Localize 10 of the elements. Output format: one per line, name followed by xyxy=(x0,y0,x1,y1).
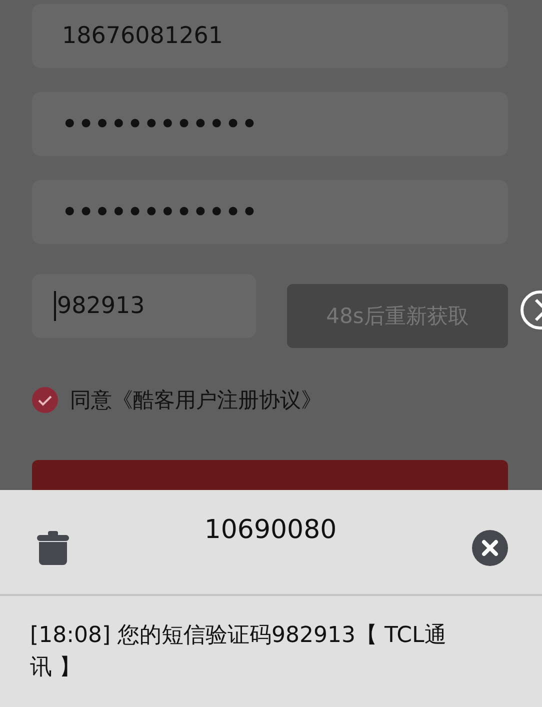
password-field[interactable]: •••••••••••• xyxy=(32,92,508,156)
password-field[interactable]: •••••••••••• xyxy=(32,180,508,244)
code-field[interactable]: 982913 xyxy=(32,274,256,338)
phone-field[interactable]: 18676081261 xyxy=(32,4,508,68)
trash-icon[interactable] xyxy=(37,531,69,565)
close-icon[interactable] xyxy=(472,530,508,566)
sender-number: 10690080 xyxy=(204,515,337,545)
sms-message: [18:08] 您的短信验证码982913【 TCL通讯 】 xyxy=(29,622,448,682)
agreement-text: 同意《酷客用户注册协议》 xyxy=(70,387,322,414)
checkbox[interactable] xyxy=(32,387,58,413)
